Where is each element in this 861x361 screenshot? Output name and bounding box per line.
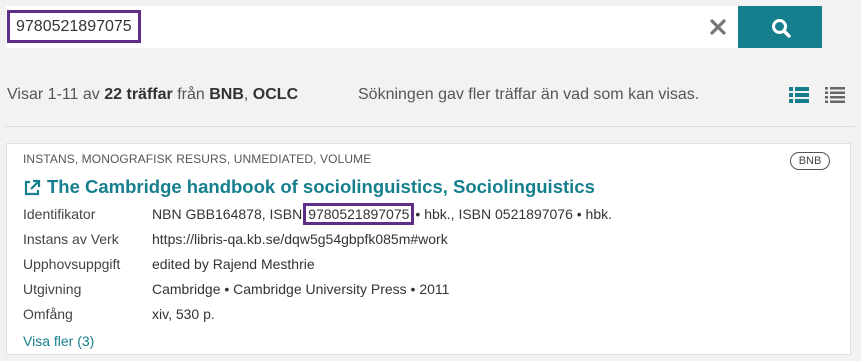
list-view-button[interactable] [789, 86, 809, 104]
source-badge: BNB [790, 152, 830, 170]
result-title-link[interactable]: The Cambridge handbook of sociolinguisti… [47, 176, 595, 198]
property-label: Identifikator [23, 206, 96, 222]
list-view-icon [789, 87, 809, 103]
property-value: NBN GBB164878, ISBN 9780521897075 • hbk., … [152, 203, 613, 225]
isbn-highlight: 9780521897075 [303, 203, 415, 225]
compact-view-button[interactable] [825, 86, 845, 104]
property-value: Cambridge • Cambridge University Press •… [152, 281, 450, 297]
summary-source-2: OCLC [252, 86, 299, 103]
result-summary: Visar 1-11 av 22 träffar från BNB, OCLC [7, 86, 298, 104]
identifier-text: NBN GBB164878, ISBN [152, 206, 303, 222]
compact-list-icon [825, 87, 845, 103]
search-button[interactable] [738, 6, 822, 48]
property-label: Utgivning [23, 281, 82, 297]
summary-from: från [177, 86, 205, 103]
property-value: edited by Rajend Mesthrie [152, 256, 315, 272]
property-label: Upphovsuppgift [23, 256, 121, 272]
search-bar: 9780521897075 [6, 6, 822, 48]
close-icon [710, 19, 726, 35]
result-card: INSTANS, MONOGRAFISK RESURS, UNMEDIATED,… [6, 143, 851, 355]
summary-prefix: Visar 1-11 av [7, 86, 100, 103]
summary-separator: , [243, 86, 249, 103]
search-value-highlight: 9780521897075 [7, 10, 141, 43]
show-more-link[interactable]: Visa fler (3) [23, 333, 94, 349]
property-value: xiv, 530 p. [152, 306, 215, 322]
summary-source-1: BNB [209, 86, 244, 103]
property-label: Omfång [23, 306, 73, 322]
search-input[interactable]: 9780521897075 [6, 6, 738, 48]
property-label: Instans av Verk [23, 231, 119, 247]
identifier-text-rest: • hbk., ISBN 0521897076 • hbk. [415, 206, 613, 222]
summary-note: Sökningen gav fler träffar än vad som ka… [358, 86, 700, 103]
external-link-icon[interactable] [23, 179, 41, 197]
search-icon [772, 19, 791, 38]
result-type: INSTANS, MONOGRAFISK RESURS, UNMEDIATED,… [23, 152, 372, 166]
summary-total: 22 träffar [104, 86, 173, 103]
property-value: https://libris-qa.kb.se/dqw5g54gbpfk085m… [152, 231, 448, 247]
divider [5, 126, 855, 127]
clear-search-button[interactable] [706, 15, 730, 39]
